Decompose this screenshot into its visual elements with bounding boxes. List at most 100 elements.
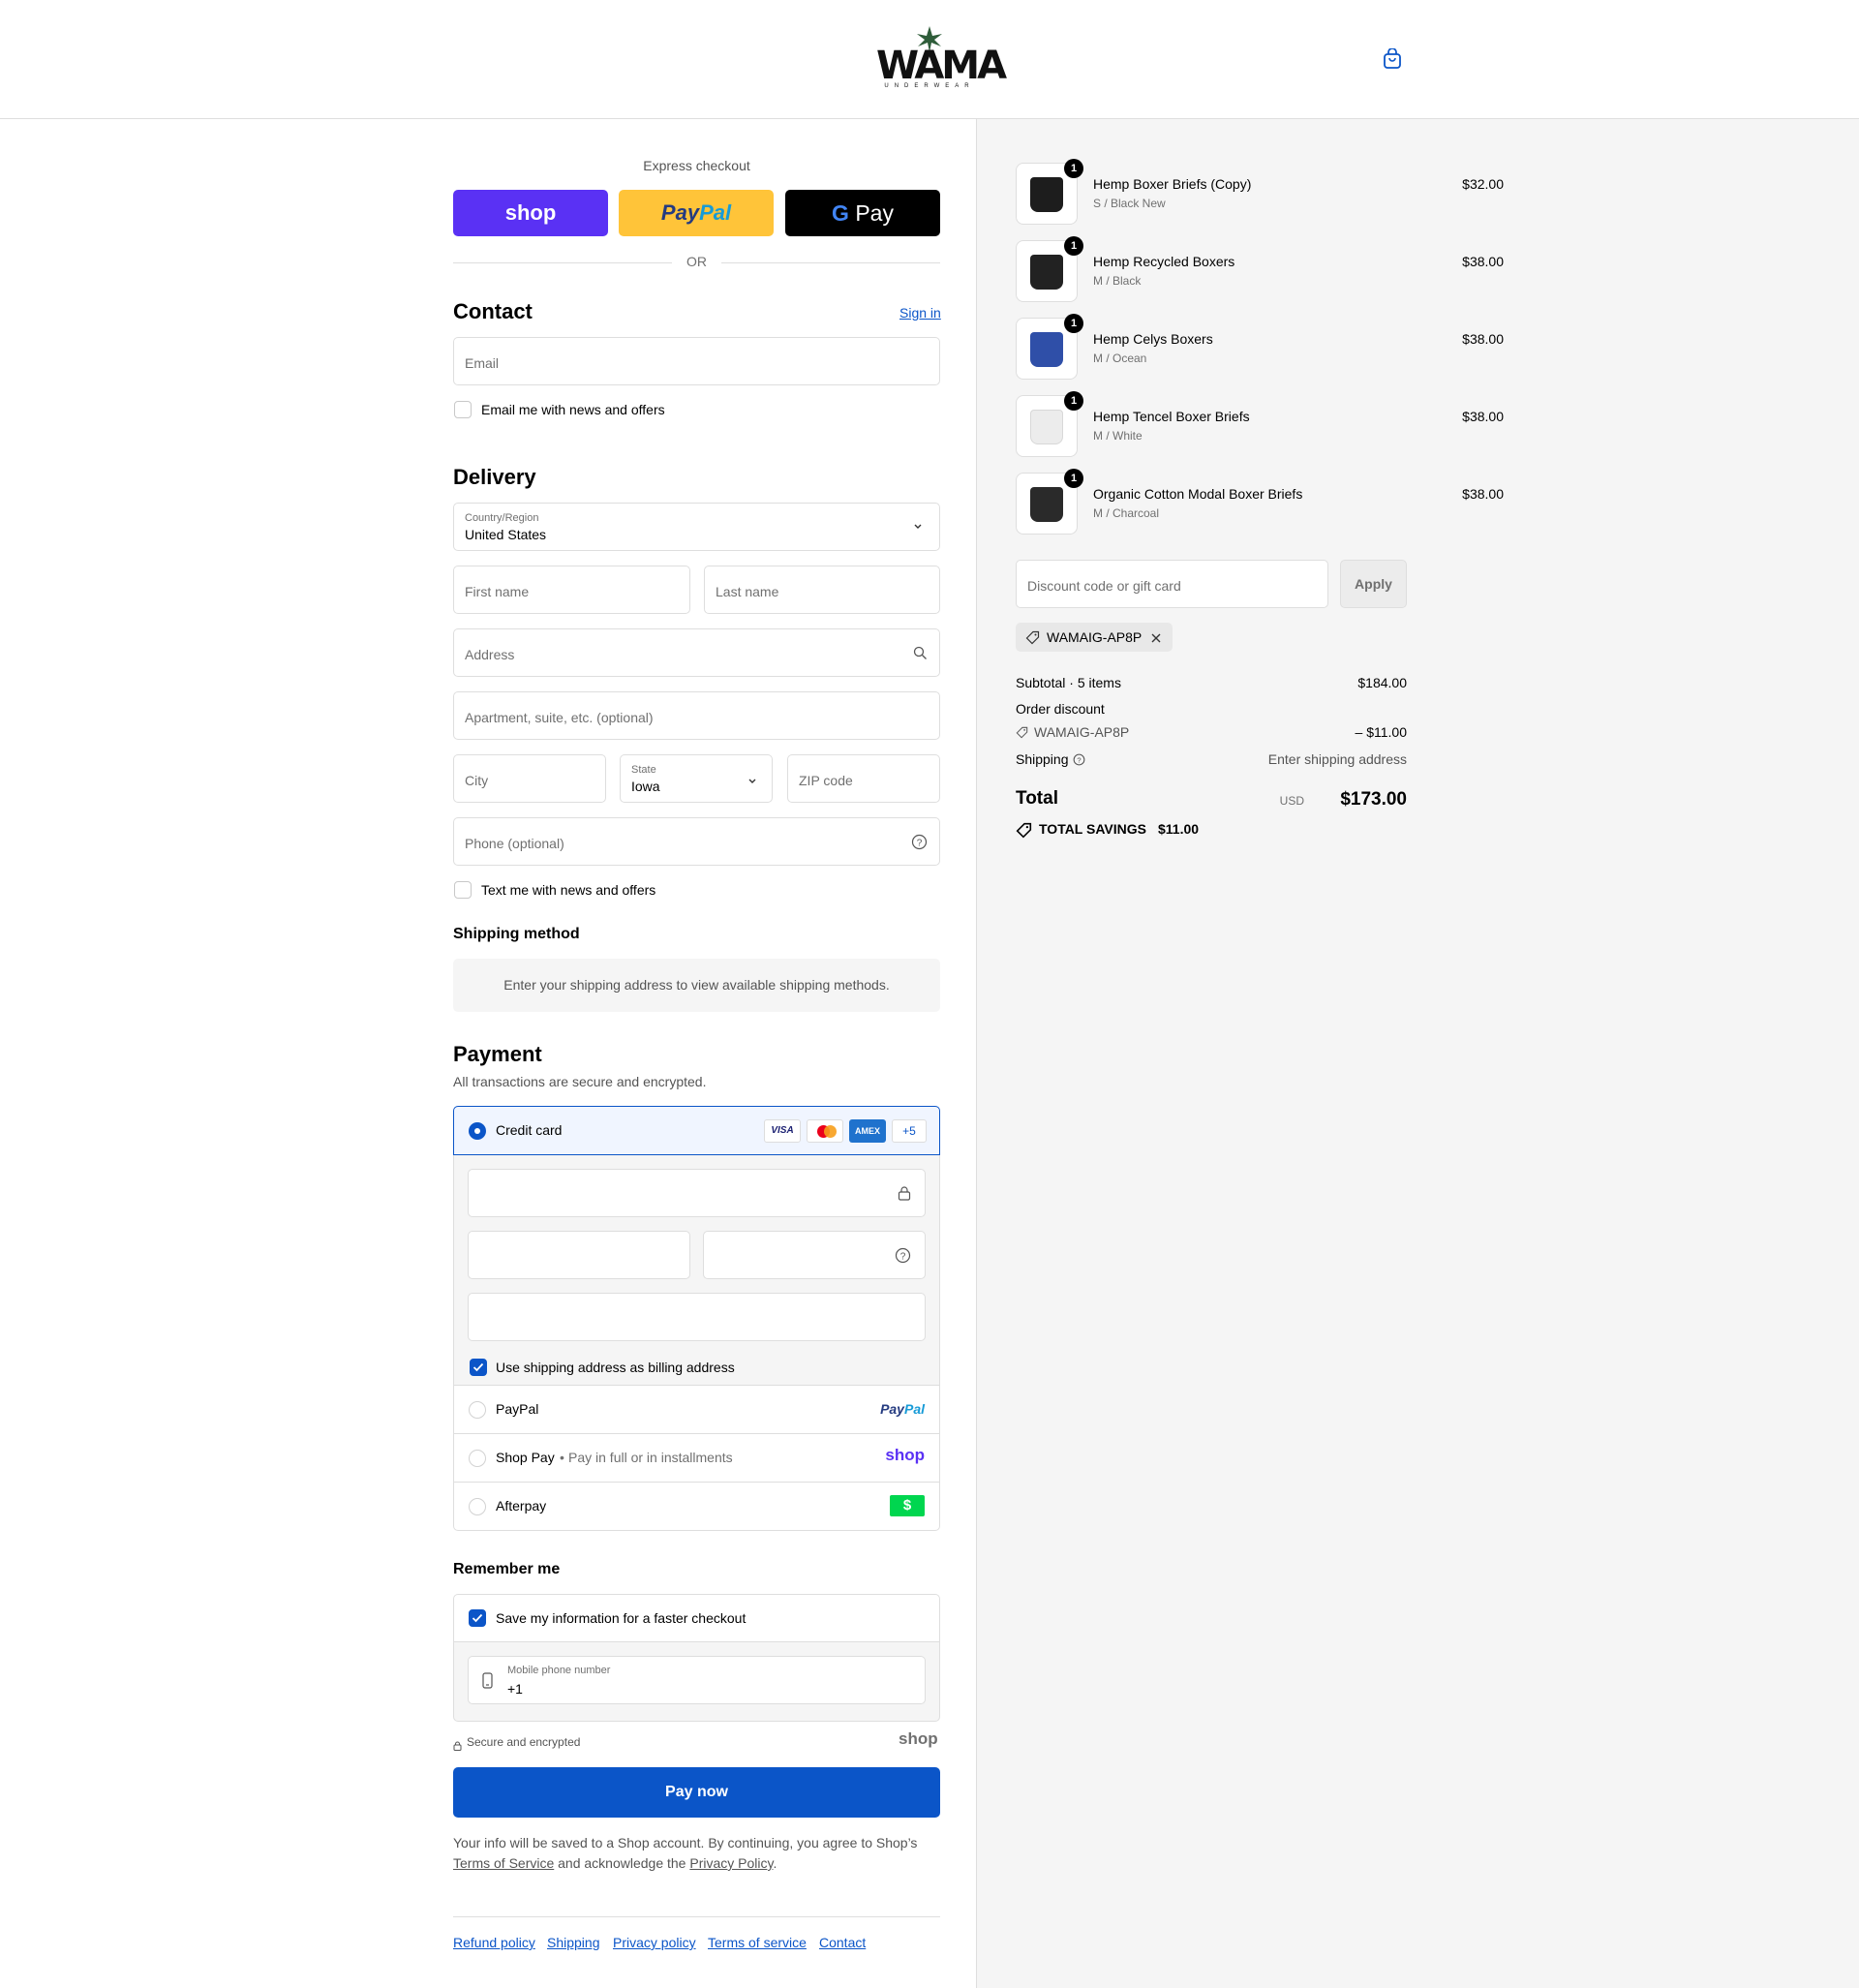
shipping-method-heading: Shipping method: [453, 926, 580, 942]
applied-code-label: WAMAIG-AP8P: [1047, 629, 1143, 645]
boxer-image: [1030, 177, 1063, 212]
google-pay-label: Pay: [855, 200, 894, 226]
paypal-option-label: PayPal: [496, 1401, 539, 1417]
shopping-bag-icon[interactable]: [1383, 47, 1402, 75]
paypal-label-a: Pay: [660, 200, 700, 225]
privacy-policy-footer-link[interactable]: Privacy policy: [613, 1935, 696, 1950]
remember-me-heading: Remember me: [453, 1561, 561, 1577]
brand-wordmark: WAMA: [876, 44, 1007, 88]
subtotal-label: Subtotal · 5 items: [1016, 675, 1121, 690]
product-variant: M / Black: [1093, 274, 1142, 288]
product-variant: S / Black New: [1093, 197, 1166, 210]
help-circle-icon[interactable]: ?: [1073, 753, 1085, 771]
privacy-policy-link[interactable]: Privacy Policy: [689, 1855, 773, 1871]
amex-icon: AMEX: [849, 1119, 886, 1143]
payment-heading: Payment: [453, 1042, 542, 1066]
address-placeholder: Address: [465, 647, 515, 662]
shop-pay-option[interactable]: Shop Pay • Pay in full or in installment…: [453, 1434, 940, 1483]
payment-subtitle: All transactions are secure and encrypte…: [453, 1074, 707, 1089]
product-price: $32.00: [1462, 176, 1504, 192]
or-separator: OR: [686, 254, 707, 269]
total-savings-value: $11.00: [1158, 821, 1200, 837]
shop-pay-label: shop: [504, 200, 557, 225]
credit-card-radio[interactable]: [469, 1122, 486, 1140]
shipping-method-notice: Enter your shipping address to view avai…: [453, 959, 940, 1012]
expiry-field[interactable]: [468, 1231, 690, 1279]
help-circle-icon[interactable]: ?: [895, 1247, 911, 1269]
subtotal-value: $184.00: [1357, 675, 1407, 690]
city-field[interactable]: City: [453, 754, 606, 803]
total-value: $173.00: [1340, 789, 1407, 810]
legal-text-b: and acknowledge the: [558, 1855, 686, 1871]
first-name-field[interactable]: First name: [453, 566, 690, 614]
discount-amount: – $11.00: [1355, 724, 1407, 740]
boxer-image: [1030, 410, 1063, 444]
google-g-icon: G: [832, 200, 849, 226]
shipping-link[interactable]: Shipping: [547, 1935, 600, 1950]
text-news-checkbox[interactable]: [454, 881, 472, 899]
mobile-phone-field[interactable]: Mobile phone number +1: [468, 1656, 926, 1704]
email-news-checkbox[interactable]: [454, 401, 472, 418]
paypal-label-b: Pal: [699, 200, 732, 225]
save-info-checkbox[interactable]: [469, 1609, 486, 1627]
phone-field[interactable]: Phone (optional) ?: [453, 817, 940, 866]
name-on-card-field[interactable]: [468, 1293, 926, 1341]
terms-of-service-link[interactable]: Terms of Service: [453, 1855, 554, 1871]
refund-policy-link[interactable]: Refund policy: [453, 1935, 535, 1950]
billing-address-label: Use shipping address as billing address: [496, 1360, 735, 1375]
legal-text-c: .: [773, 1855, 777, 1871]
shop-pay-button[interactable]: shop: [453, 190, 608, 236]
paypal-button[interactable]: PayPal: [619, 190, 774, 236]
zip-field[interactable]: ZIP code: [787, 754, 940, 803]
mastercard-icon: [807, 1119, 843, 1143]
paypal-option[interactable]: PayPal PayPal: [453, 1386, 940, 1434]
save-info-option[interactable]: Save my information for a faster checkou…: [453, 1594, 940, 1642]
zip-placeholder: ZIP code: [799, 773, 853, 788]
save-info-label: Save my information for a faster checkou…: [496, 1610, 747, 1626]
apply-button[interactable]: Apply: [1340, 560, 1407, 608]
shipping-value: Enter shipping address: [1267, 751, 1407, 767]
billing-address-checkbox[interactable]: [470, 1359, 487, 1376]
state-select[interactable]: State Iowa: [620, 754, 773, 803]
terms-of-service-footer-link[interactable]: Terms of service: [708, 1935, 807, 1950]
lock-icon: [898, 1186, 911, 1206]
site-header: WAMA UNDERWEAR: [0, 0, 1859, 119]
delivery-heading: Delivery: [453, 465, 536, 489]
contact-link[interactable]: Contact: [819, 1935, 866, 1950]
divider: [453, 1916, 940, 1917]
total-label: Total: [1016, 788, 1058, 809]
close-icon[interactable]: [1150, 631, 1162, 649]
quantity-badge: 1: [1064, 391, 1083, 411]
pay-now-button[interactable]: Pay now: [453, 1767, 940, 1818]
afterpay-option[interactable]: Afterpay $: [453, 1483, 940, 1531]
last-name-field[interactable]: Last name: [704, 566, 940, 614]
phone-placeholder: Phone (optional): [465, 836, 564, 851]
sign-in-link[interactable]: Sign in: [899, 305, 941, 321]
product-name: Hemp Celys Boxers: [1093, 331, 1213, 347]
product-price: $38.00: [1462, 409, 1504, 424]
credit-card-option[interactable]: Credit card VISA AMEX +5: [453, 1106, 940, 1155]
country-value: United States: [465, 527, 547, 542]
brand-logo[interactable]: WAMA UNDERWEAR: [876, 25, 1007, 93]
afterpay-radio[interactable]: [469, 1498, 486, 1515]
google-pay-button[interactable]: G Pay: [785, 190, 940, 236]
address-field[interactable]: Address: [453, 628, 940, 677]
tag-icon: [1016, 822, 1032, 843]
country-select[interactable]: Country/Region United States: [453, 503, 940, 551]
discount-code-field[interactable]: Discount code or gift card: [1016, 560, 1328, 608]
card-number-field[interactable]: [468, 1169, 926, 1217]
help-circle-icon[interactable]: ?: [911, 834, 928, 855]
more-cards-badge: +5: [892, 1119, 927, 1143]
paypal-radio[interactable]: [469, 1401, 486, 1419]
product-variant: M / White: [1093, 429, 1143, 443]
divider: [721, 262, 940, 263]
svg-text:?: ?: [1077, 756, 1081, 765]
email-field[interactable]: Email: [453, 337, 940, 385]
mobile-phone-icon: [482, 1672, 493, 1694]
security-code-field[interactable]: ?: [703, 1231, 926, 1279]
product-name: Hemp Tencel Boxer Briefs: [1093, 409, 1250, 424]
apartment-field[interactable]: Apartment, suite, etc. (optional): [453, 691, 940, 740]
shop-pay-radio[interactable]: [469, 1450, 486, 1467]
tag-icon: [1016, 726, 1028, 744]
state-value: Iowa: [631, 779, 660, 794]
